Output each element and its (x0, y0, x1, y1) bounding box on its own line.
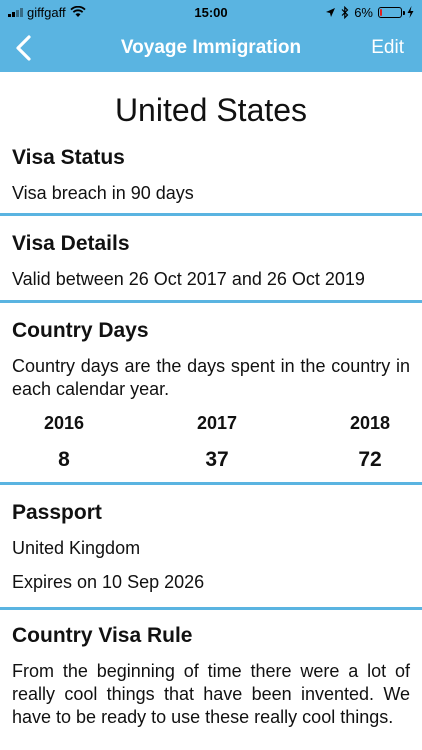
visa-rule-section: Country Visa Rule From the beginning of … (0, 610, 422, 729)
section-heading: Passport (12, 501, 102, 524)
battery-icon (378, 6, 405, 18)
wifi-icon (69, 6, 86, 17)
detail-content[interactable]: United States Visa Status Visa breach in… (0, 72, 422, 729)
passport-expiry: Expires on 10 Sep 2026 (12, 572, 205, 592)
visa-details-section: Visa Details Valid between 26 Oct 2017 a… (0, 216, 422, 303)
battery-percent: 6% (354, 4, 373, 20)
bluetooth-icon (341, 5, 349, 19)
page-title: United States (114, 92, 308, 128)
passport-section: Passport United Kingdom Expires on 10 Se… (0, 485, 422, 610)
days-count: 37 (205, 448, 229, 471)
status-bar: giffgaff 15:00 6% (0, 0, 422, 24)
charging-bolt-icon (407, 6, 414, 18)
status-bar-right: 6% (325, 5, 414, 20)
carrier-name: giffgaff (27, 4, 66, 20)
year-column: 2017 37 (187, 413, 247, 472)
location-arrow-icon (326, 7, 336, 17)
year-column: 2018 72 (340, 413, 400, 472)
signal-icon (8, 7, 23, 17)
section-heading: Country Visa Rule (12, 624, 193, 647)
year-label: 2018 (349, 413, 391, 433)
country-days-description: Country days are the days spent in the c… (12, 356, 410, 399)
nav-bar: Voyage Immigration Edit (0, 24, 422, 72)
chevron-left-icon (16, 35, 31, 61)
days-count: 72 (358, 448, 382, 471)
section-heading: Country Days (12, 319, 149, 342)
visa-rule-text: From the beginning of time there were a … (12, 661, 410, 727)
section-heading: Visa Status (12, 146, 125, 169)
year-label: 2017 (196, 413, 238, 433)
days-count: 8 (58, 448, 70, 471)
year-column: 2016 8 (34, 413, 94, 472)
visa-status-section: Visa Status Visa breach in 90 days (0, 134, 422, 216)
status-bar-left: giffgaff (8, 5, 86, 20)
nav-title: Voyage Immigration (120, 37, 302, 58)
visa-status-text: Visa breach in 90 days (12, 183, 194, 203)
year-label: 2016 (43, 413, 85, 433)
passport-country: United Kingdom (12, 538, 141, 558)
back-button[interactable] (14, 32, 40, 64)
country-days-section: Country Days Country days are the days s… (0, 303, 422, 485)
section-heading: Visa Details (12, 232, 130, 255)
visa-details-text: Valid between 26 Oct 2017 and 26 Oct 201… (12, 269, 365, 289)
year-days-row: 2016 8 2017 37 2018 72 (12, 413, 410, 472)
edit-button[interactable]: Edit (371, 37, 404, 59)
